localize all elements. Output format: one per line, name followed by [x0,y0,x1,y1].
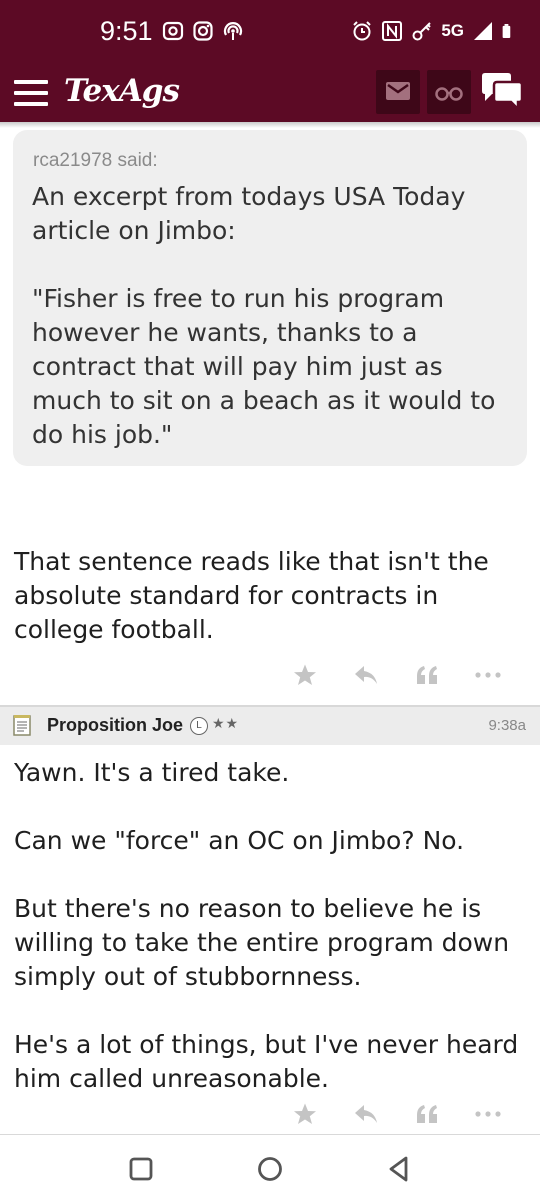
more-icon [474,1111,501,1117]
more-icon [474,672,501,678]
nfc-icon [382,21,403,41]
quote-button[interactable] [396,1099,457,1129]
post-time: 9:38a [488,717,526,734]
network-type: 5G [441,21,464,40]
post-actions [274,1099,518,1129]
quote-icon [416,1105,437,1123]
header-shadow [0,122,540,128]
watchlist-button[interactable] [427,70,471,114]
system-nav-bar [0,1136,540,1200]
more-button[interactable] [457,660,518,690]
post-paragraph: That sentence reads like that isn't the … [14,547,489,644]
status-time: 9:51 [100,16,153,46]
chat-icon[interactable] [480,72,524,112]
post-actions [274,660,518,690]
messages-button[interactable] [376,70,420,114]
menu-button[interactable] [14,80,48,108]
post-body: Yawn. It's a tired take. Can we "force" … [14,756,532,1130]
notification-icons [162,20,244,42]
post-paragraph: Can we "force" an OC on Jimbo? No. [14,826,465,855]
post-paragraph: He's a lot of things, but I've never hea… [14,1030,519,1093]
quote-text: An excerpt from todays USA Today article… [32,180,518,486]
menu-line [14,102,48,106]
like-button[interactable] [274,660,335,690]
star-icon [293,1103,316,1124]
reply-icon [354,666,377,684]
post-paragraph: Yawn. It's a tired take. [14,758,290,787]
document-icon [13,715,31,736]
home-icon[interactable] [255,1154,285,1184]
battery-icon [502,24,511,38]
mail-icon [386,82,410,100]
post-header: Proposition Joe L ★★ 9:38a [0,705,540,745]
lifetime-badge: L [190,717,208,735]
member-stars: ★★ [212,716,240,732]
podcast-notification-icon [223,22,243,40]
post-paragraph: But there's no reason to believe he is w… [14,894,510,991]
alarm-icon [353,21,372,41]
recents-icon[interactable] [126,1154,156,1184]
texags-logo[interactable]: TexAgs [64,73,180,109]
quote-icon [416,666,437,684]
back-icon[interactable] [384,1154,414,1184]
menu-line [14,91,48,95]
post-author[interactable]: Proposition Joe [47,715,183,736]
star-icon [293,664,316,685]
divider [0,1134,540,1135]
signal-icon [474,22,492,40]
reply-button[interactable] [335,660,396,690]
quote-paragraph: "Fisher is free to run his program howev… [32,284,496,449]
binoculars-icon [435,87,463,101]
quote-author: rca21978 said: [33,150,158,171]
reply-button[interactable] [335,1099,396,1129]
menu-line [14,80,48,84]
camera-notification-icon [162,21,184,41]
instagram-notification-icon [193,21,213,41]
more-button[interactable] [457,1099,518,1129]
quoted-post: rca21978 said: An excerpt from todays US… [13,130,527,466]
app-header: TexAgs [0,68,540,122]
quote-paragraph: An excerpt from todays USA Today article… [32,182,466,245]
status-bar: 9:51 5G [0,0,540,68]
like-button[interactable] [274,1099,335,1129]
reply-icon [354,1105,377,1123]
quote-button[interactable] [396,660,457,690]
vpn-key-icon [412,22,432,41]
status-indicators: 5G [351,20,516,42]
